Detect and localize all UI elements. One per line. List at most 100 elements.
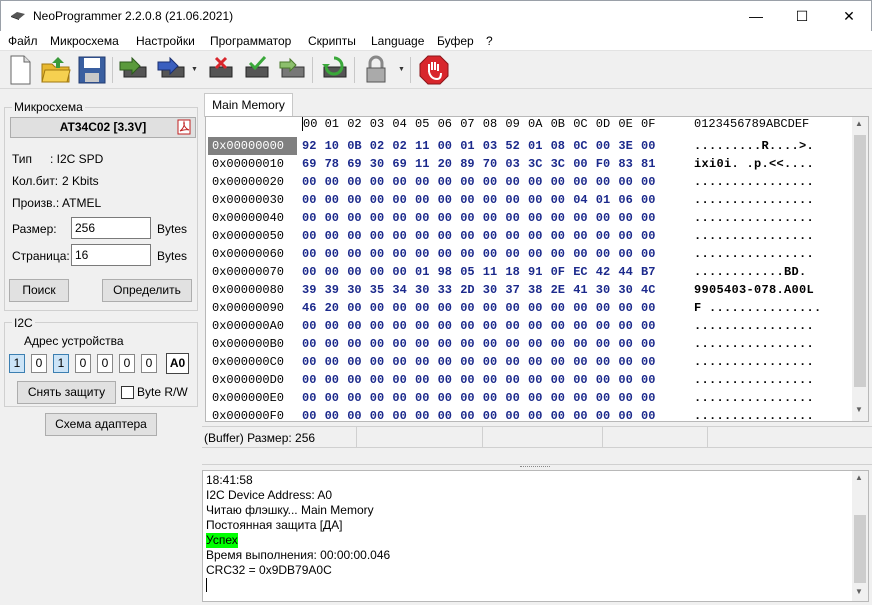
hex-byte[interactable]: 00 bbox=[528, 227, 548, 245]
hex-row-address[interactable]: 0x000000A0 bbox=[208, 317, 297, 335]
hex-byte[interactable]: 10 bbox=[325, 137, 345, 155]
hex-byte[interactable]: 00 bbox=[596, 209, 616, 227]
hex-byte[interactable]: 35 bbox=[370, 281, 390, 299]
hex-row-address[interactable]: 0x00000030 bbox=[208, 191, 297, 209]
hex-byte[interactable]: 03 bbox=[505, 155, 525, 173]
hex-byte[interactable]: 00 bbox=[528, 389, 548, 407]
hex-byte[interactable]: 00 bbox=[483, 371, 503, 389]
hex-byte[interactable]: 00 bbox=[528, 335, 548, 353]
hex-byte[interactable]: 30 bbox=[415, 281, 435, 299]
hex-byte[interactable]: 00 bbox=[302, 227, 322, 245]
hex-byte[interactable]: 00 bbox=[460, 173, 480, 191]
scroll-thumb[interactable] bbox=[854, 135, 866, 387]
hex-byte[interactable]: 00 bbox=[460, 335, 480, 353]
hex-byte[interactable]: 00 bbox=[392, 227, 412, 245]
hex-byte[interactable]: 00 bbox=[415, 173, 435, 191]
hex-byte[interactable]: 00 bbox=[325, 191, 345, 209]
hex-byte[interactable]: 00 bbox=[573, 353, 593, 371]
hex-byte[interactable]: 11 bbox=[483, 263, 503, 281]
hex-byte[interactable]: 00 bbox=[483, 317, 503, 335]
hex-byte[interactable]: 00 bbox=[551, 407, 571, 421]
hex-byte[interactable]: 20 bbox=[438, 155, 458, 173]
hex-row-address[interactable]: 0x000000E0 bbox=[208, 389, 297, 407]
hex-byte[interactable]: 00 bbox=[483, 173, 503, 191]
hex-byte[interactable]: 00 bbox=[347, 353, 367, 371]
hex-byte[interactable]: 00 bbox=[641, 335, 661, 353]
lock-dropdown-icon[interactable]: ▼ bbox=[398, 66, 405, 73]
hex-byte[interactable]: 00 bbox=[392, 191, 412, 209]
hex-byte[interactable]: 00 bbox=[618, 209, 638, 227]
page-field[interactable]: 16 bbox=[71, 244, 151, 266]
hex-byte[interactable]: 00 bbox=[302, 317, 322, 335]
hex-byte[interactable]: 00 bbox=[505, 335, 525, 353]
hex-byte[interactable]: 00 bbox=[415, 227, 435, 245]
hex-byte[interactable]: 91 bbox=[528, 263, 548, 281]
hex-byte[interactable]: 00 bbox=[415, 407, 435, 421]
hex-byte[interactable]: 05 bbox=[460, 263, 480, 281]
log-scroll-thumb[interactable] bbox=[854, 515, 866, 583]
hex-byte[interactable]: 18 bbox=[505, 263, 525, 281]
hex-byte[interactable]: 00 bbox=[370, 389, 390, 407]
hex-byte[interactable]: 00 bbox=[392, 335, 412, 353]
hex-byte[interactable]: 0C bbox=[573, 137, 593, 155]
hex-byte[interactable]: 00 bbox=[596, 389, 616, 407]
hex-byte[interactable]: 00 bbox=[573, 389, 593, 407]
hex-byte[interactable]: 00 bbox=[415, 191, 435, 209]
menu-scripts[interactable]: Скрипты bbox=[308, 34, 356, 48]
hex-byte[interactable]: 00 bbox=[641, 173, 661, 191]
hex-byte[interactable]: 92 bbox=[302, 137, 322, 155]
hex-byte[interactable]: EC bbox=[573, 263, 593, 281]
write-chip-icon[interactable] bbox=[156, 54, 188, 86]
hex-byte[interactable]: 00 bbox=[528, 173, 548, 191]
hex-byte[interactable]: 00 bbox=[483, 191, 503, 209]
hex-byte[interactable]: 46 bbox=[302, 299, 322, 317]
hex-byte[interactable]: 00 bbox=[347, 371, 367, 389]
hex-row-ascii[interactable]: ................ bbox=[694, 389, 814, 407]
hex-byte[interactable]: 42 bbox=[596, 263, 616, 281]
hex-byte[interactable]: 00 bbox=[460, 227, 480, 245]
hex-byte[interactable]: 00 bbox=[347, 191, 367, 209]
hex-byte[interactable]: 00 bbox=[573, 407, 593, 421]
hex-row-address[interactable]: 0x00000060 bbox=[208, 245, 297, 263]
read-chip-icon[interactable] bbox=[118, 54, 150, 86]
hex-byte[interactable]: 3E bbox=[618, 137, 638, 155]
hex-byte[interactable]: 00 bbox=[505, 317, 525, 335]
chip-name[interactable]: AT34C02 [3.3V] bbox=[10, 117, 196, 138]
hex-byte[interactable]: B7 bbox=[641, 263, 661, 281]
hex-byte[interactable]: 3C bbox=[551, 155, 571, 173]
hex-byte[interactable]: 00 bbox=[618, 371, 638, 389]
hex-byte[interactable]: 00 bbox=[438, 209, 458, 227]
lock-icon[interactable] bbox=[360, 54, 392, 86]
hex-byte[interactable]: 00 bbox=[551, 245, 571, 263]
hex-byte[interactable]: 00 bbox=[596, 407, 616, 421]
hex-byte[interactable]: 06 bbox=[618, 191, 638, 209]
hex-byte[interactable]: 30 bbox=[347, 281, 367, 299]
hex-byte[interactable]: 00 bbox=[551, 389, 571, 407]
hex-byte[interactable]: 00 bbox=[618, 299, 638, 317]
hex-byte[interactable]: 00 bbox=[641, 407, 661, 421]
hex-byte[interactable]: 00 bbox=[505, 371, 525, 389]
hex-byte[interactable]: 00 bbox=[415, 335, 435, 353]
hex-byte[interactable]: 00 bbox=[415, 353, 435, 371]
log-scroll-up-icon[interactable]: ▲ bbox=[855, 473, 863, 482]
log-scroll-down-icon[interactable]: ▼ bbox=[855, 587, 863, 596]
hex-byte[interactable]: 33 bbox=[438, 281, 458, 299]
save-disk-icon[interactable] bbox=[76, 54, 108, 86]
hex-row-ascii[interactable]: ................ bbox=[694, 173, 814, 191]
hex-scrollbar[interactable]: ▲ ▼ bbox=[852, 117, 868, 421]
hex-byte[interactable]: 00 bbox=[302, 263, 322, 281]
hex-row-address[interactable]: 0x000000C0 bbox=[208, 353, 297, 371]
scroll-up-icon[interactable]: ▲ bbox=[855, 119, 863, 128]
address-bit-2[interactable]: 0 bbox=[97, 354, 113, 373]
hex-byte[interactable]: 00 bbox=[573, 209, 593, 227]
hex-byte[interactable]: 00 bbox=[347, 173, 367, 191]
hex-byte[interactable]: 00 bbox=[325, 335, 345, 353]
hex-row-ascii[interactable]: ................ bbox=[694, 227, 814, 245]
hex-byte[interactable]: 00 bbox=[325, 227, 345, 245]
hex-byte[interactable]: 00 bbox=[302, 191, 322, 209]
hex-byte[interactable]: 00 bbox=[392, 209, 412, 227]
hex-byte[interactable]: 00 bbox=[325, 407, 345, 421]
hex-byte[interactable]: 00 bbox=[392, 371, 412, 389]
hex-byte[interactable]: 00 bbox=[551, 209, 571, 227]
hex-byte[interactable]: 00 bbox=[573, 227, 593, 245]
